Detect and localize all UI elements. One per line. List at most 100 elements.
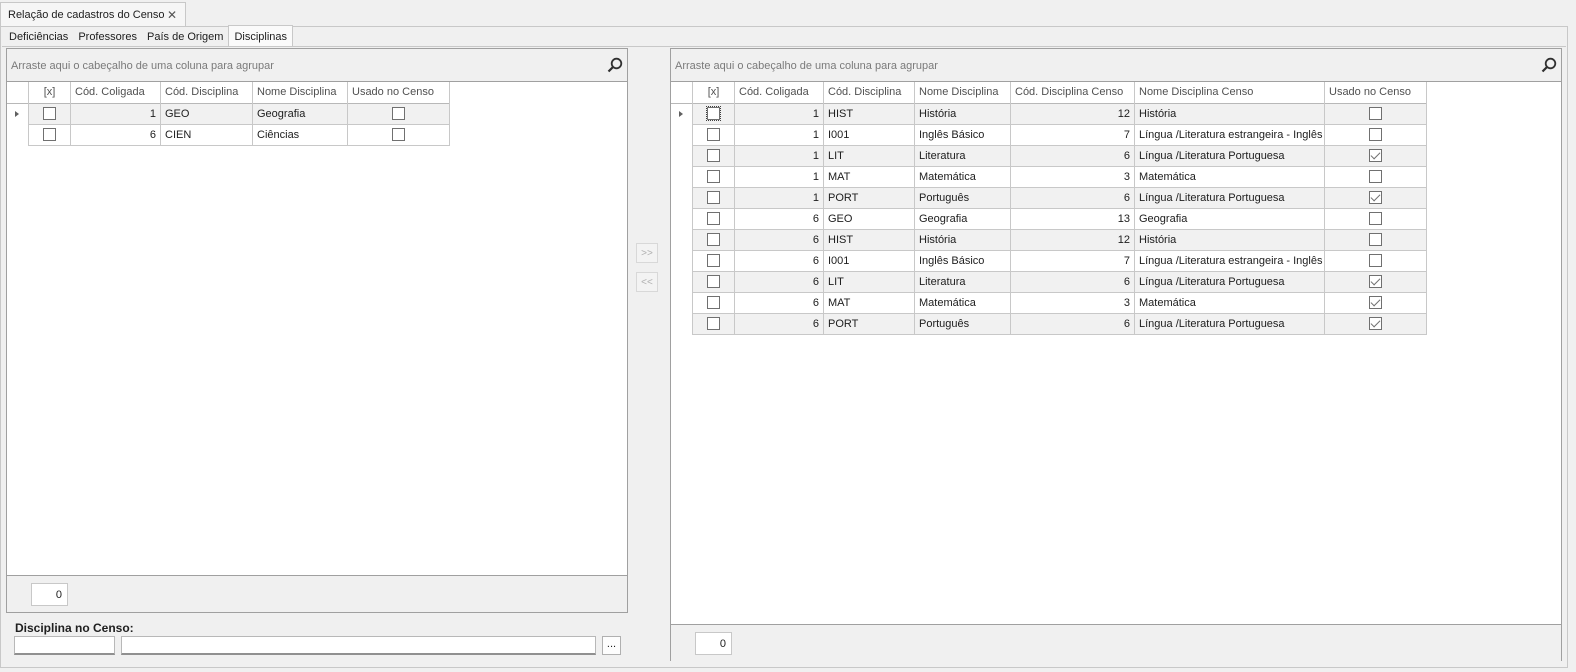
cell-cod-disciplina: I001 (824, 251, 915, 272)
row-indicator (671, 104, 693, 125)
select-checkbox[interactable] (707, 212, 720, 225)
select-checkbox[interactable] (707, 296, 720, 309)
cell-nome-disciplina: Inglês Básico (915, 125, 1011, 146)
cell-nome-disciplina: Português (915, 314, 1011, 335)
table-row[interactable]: 1 GEO Geografia (7, 104, 450, 125)
select-checkbox[interactable] (706, 106, 721, 121)
add-button[interactable]: >> (636, 243, 658, 263)
tab-deficiencias[interactable]: Deficiências (4, 27, 73, 47)
cell-nome-disciplina: História (915, 230, 1011, 251)
select-checkbox[interactable] (707, 275, 720, 288)
row-indicator (671, 230, 693, 251)
select-checkbox[interactable] (43, 107, 56, 120)
tab-pais-de-origem[interactable]: País de Origem (142, 27, 228, 47)
cell-nome-disciplina-censo: Geografia (1135, 209, 1325, 230)
table-row[interactable]: 6 MAT Matemática 3 Matemática (671, 293, 1427, 314)
usado-no-censo-checkbox[interactable] (1369, 317, 1382, 330)
col-cod-disciplina[interactable]: Cód. Disciplina (161, 82, 253, 104)
usado-no-censo-checkbox[interactable] (1369, 128, 1382, 141)
col-select[interactable]: [x] (29, 82, 71, 104)
cell-cod-coligada: 6 (735, 272, 824, 293)
group-hint: Arraste aqui o cabeçalho de uma coluna p… (11, 60, 274, 72)
cell-cod-disciplina: MAT (824, 167, 915, 188)
select-checkbox[interactable] (707, 191, 720, 204)
usado-no-censo-checkbox[interactable] (392, 107, 405, 120)
table-row[interactable]: 6 GEO Geografia 13 Geografia (671, 209, 1427, 230)
table-row[interactable]: 1 MAT Matemática 3 Matemática (671, 167, 1427, 188)
usado-no-censo-checkbox[interactable] (1369, 233, 1382, 246)
group-panel[interactable]: Arraste aqui o cabeçalho de uma coluna p… (7, 49, 627, 82)
usado-no-censo-checkbox-cell (1325, 314, 1427, 335)
usado-no-censo-checkbox[interactable] (1369, 254, 1382, 267)
col-usado-no-censo[interactable]: Usado no Censo (1325, 82, 1427, 104)
select-checkbox[interactable] (707, 233, 720, 246)
cell-nome-disciplina: Português (915, 188, 1011, 209)
usado-no-censo-checkbox[interactable] (1369, 275, 1382, 288)
col-cod-disciplina[interactable]: Cód. Disciplina (824, 82, 915, 104)
close-icon[interactable]: ✕ (167, 8, 177, 22)
usado-no-censo-checkbox[interactable] (1369, 212, 1382, 225)
column-header-row: [x] Cód. Coligada Cód. Disciplina Nome D… (7, 82, 450, 104)
cell-nome-disciplina: História (915, 104, 1011, 125)
cell-nome-disciplina: Matemática (915, 167, 1011, 188)
usado-no-censo-checkbox[interactable] (1369, 149, 1382, 162)
tab-disciplinas[interactable]: Disciplinas (228, 25, 294, 46)
col-select[interactable]: [x] (693, 82, 735, 104)
column-header-row: [x] Cód. Coligada Cód. Disciplina Nome D… (671, 82, 1427, 104)
cell-nome-disciplina: Literatura (915, 146, 1011, 167)
col-cod-coligada[interactable]: Cód. Coligada (735, 82, 824, 104)
select-checkbox[interactable] (707, 317, 720, 330)
cell-cod-disciplina-censo: 7 (1011, 251, 1135, 272)
select-checkbox[interactable] (707, 254, 720, 267)
cell-cod-coligada: 6 (735, 251, 824, 272)
censo-name-field[interactable] (121, 636, 596, 655)
col-nome-disciplina[interactable]: Nome Disciplina (915, 82, 1011, 104)
censo-code-field[interactable] (14, 636, 115, 655)
col-cod-disciplina-censo[interactable]: Cód. Disciplina Censo (1011, 82, 1135, 104)
select-checkbox[interactable] (707, 128, 720, 141)
group-panel[interactable]: Arraste aqui o cabeçalho de uma coluna p… (671, 49, 1561, 82)
usado-no-censo-checkbox[interactable] (1369, 296, 1382, 309)
col-nome-disciplina[interactable]: Nome Disciplina (253, 82, 348, 104)
table-row[interactable]: 6 CIEN Ciências (7, 125, 450, 146)
row-indicator (7, 104, 29, 125)
usado-no-censo-checkbox[interactable] (392, 128, 405, 141)
table-row[interactable]: 1 I001 Inglês Básico 7 Língua /Literatura es… (671, 125, 1427, 146)
cell-cod-disciplina-censo: 6 (1011, 272, 1135, 293)
table-row[interactable]: 6 HIST História 12 História (671, 230, 1427, 251)
row-indicator (671, 314, 693, 335)
row-indicator (671, 188, 693, 209)
cell-cod-disciplina: LIT (824, 146, 915, 167)
select-checkbox[interactable] (707, 149, 720, 162)
search-icon[interactable] (1541, 57, 1557, 73)
table-row[interactable]: 1 LIT Literatura 6 Língua /Literatura Portug… (671, 146, 1427, 167)
grid-footer: 0 (671, 624, 1561, 661)
table-row[interactable]: 1 PORT Português 6 Língua /Literatura Portug… (671, 188, 1427, 209)
col-cod-coligada[interactable]: Cód. Coligada (71, 82, 161, 104)
select-checkbox-cell (693, 188, 735, 209)
usado-no-censo-checkbox-cell (1325, 209, 1427, 230)
search-icon[interactable] (607, 57, 623, 73)
cell-nome-disciplina: Ciências (253, 125, 348, 146)
censo-browse-button[interactable]: ... (602, 636, 621, 655)
table-row[interactable]: 6 PORT Português 6 Língua /Literatura Portug… (671, 314, 1427, 335)
header-indicator (671, 82, 693, 104)
select-checkbox[interactable] (43, 128, 56, 141)
col-nome-disciplina-censo[interactable]: Nome Disciplina Censo (1135, 82, 1325, 104)
remove-button[interactable]: << (636, 272, 658, 292)
usado-no-censo-checkbox[interactable] (1369, 170, 1382, 183)
usado-no-censo-checkbox[interactable] (1369, 107, 1382, 120)
document-tab[interactable]: Relação de cadastros do Censo ✕ (0, 2, 186, 27)
cell-nome-disciplina: Literatura (915, 272, 1011, 293)
table-row[interactable]: 1 HIST História 12 História (671, 104, 1427, 125)
col-usado-no-censo[interactable]: Usado no Censo (348, 82, 450, 104)
table-row[interactable]: 6 I001 Inglês Básico 7 Língua /Literatura es… (671, 251, 1427, 272)
table-row[interactable]: 6 LIT Literatura 6 Língua /Literatura Portug… (671, 272, 1427, 293)
cell-cod-disciplina: GEO (824, 209, 915, 230)
select-checkbox-cell (693, 104, 735, 125)
header-indicator (7, 82, 29, 104)
cell-cod-disciplina-censo: 6 (1011, 314, 1135, 335)
usado-no-censo-checkbox[interactable] (1369, 191, 1382, 204)
select-checkbox[interactable] (707, 170, 720, 183)
tab-professores[interactable]: Professores (73, 27, 142, 47)
